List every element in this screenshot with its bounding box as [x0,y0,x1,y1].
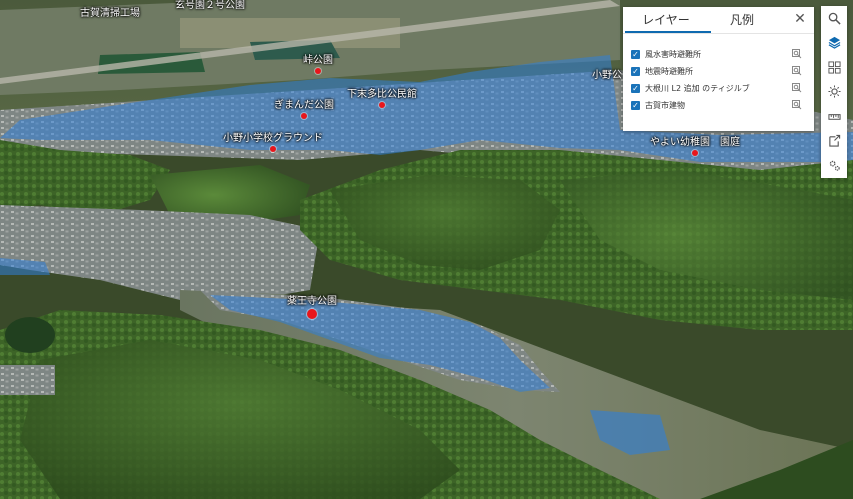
daylight-button[interactable] [821,80,847,105]
search-button[interactable] [821,6,847,31]
place-label: ぎまんだ公園 [274,100,334,111]
close-icon[interactable]: ✕ [792,11,808,27]
share-icon [828,135,840,147]
place-label: 薬王寺公園 [287,296,337,307]
layer-item[interactable]: ✓ 古賀市建物 [623,97,814,114]
place-label: 古賀清掃工場 [80,8,140,19]
place-marker[interactable] [270,146,276,152]
place-label: 玄号園２号公園 [175,0,245,11]
map-place-gomanda-park[interactable]: ぎまんだ公園 [274,100,334,119]
measure-button[interactable] [821,104,847,129]
share-button[interactable] [821,129,847,154]
place-label: やよい幼稚園 園庭 [650,137,740,148]
measure-icon [827,113,841,120]
place-label: 下末多比公民館 [347,89,417,100]
place-label: 小野公 [592,70,622,81]
layer-panel: レイヤー 凡例 ✕ ✓ 風水害時避難所 ✓ 地震時避難所 ✓ 大根川 L2 追加… [623,7,814,131]
place-marker[interactable] [379,102,385,108]
place-label: 小野小学校グラウンド [223,133,323,144]
settings-button[interactable] [821,153,847,178]
layer-name: 風水害時避難所 [645,50,701,59]
layer-item[interactable]: ✓ 地震時避難所 [623,63,814,80]
place-marker[interactable] [307,309,317,319]
map-place-shimosuehi-hall[interactable]: 下末多比公民館 [347,89,417,108]
layer-checkbox[interactable]: ✓ [631,50,640,59]
layer-checkbox[interactable]: ✓ [631,84,640,93]
layer-checkbox[interactable]: ✓ [631,101,640,110]
search-icon [828,12,841,25]
layer-item[interactable]: ✓ 大根川 L2 追加 のティジルブ [623,80,814,97]
map-place-gengo-park[interactable]: 玄号園２号公園 [175,0,245,12]
layer-list: ✓ 風水害時避難所 ✓ 地震時避難所 ✓ 大根川 L2 追加 のティジルブ ✓ … [623,34,814,114]
map-place-yayoi-kindergarten[interactable]: やよい幼稚園 園庭 [650,137,740,156]
map-place-toge-park[interactable]: 峠公園 [303,55,333,74]
map-place-yakuoji-park[interactable]: 薬王寺公園 [287,296,337,319]
place-marker[interactable] [301,113,307,119]
layer-name: 古賀市建物 [645,101,685,110]
layer-name: 地震時避難所 [645,67,693,76]
layers-icon [828,37,840,50]
panel-tabs: レイヤー 凡例 ✕ [623,7,814,34]
daylight-icon [827,85,841,98]
map-place-ono-school-ground[interactable]: 小野小学校グラウンド [223,133,323,152]
tab-legend[interactable]: 凡例 [727,11,757,29]
map-place-furuga-seisou[interactable]: 古賀清掃工場 [80,8,140,20]
basemap-gallery-button[interactable] [821,55,847,80]
zoom-to-layer-icon[interactable] [792,49,802,59]
place-label: 峠公園 [303,55,333,66]
zoom-to-layer-icon[interactable] [792,83,802,93]
map-toolbar [821,6,847,178]
layer-item[interactable]: ✓ 風水害時避難所 [623,46,814,63]
place-marker[interactable] [692,150,698,156]
map-place-ono-park[interactable]: 小野公 [592,70,622,82]
active-tab-indicator [625,31,711,33]
basemap-gallery-icon [827,61,841,74]
settings-icon [829,160,840,171]
zoom-to-layer-icon[interactable] [792,66,802,76]
zoom-to-layer-icon[interactable] [792,100,802,110]
place-marker[interactable] [315,68,321,74]
tab-layers[interactable]: レイヤー [641,11,691,29]
layer-name: 大根川 L2 追加 のティジルブ [645,84,750,93]
layers-button[interactable] [821,31,847,56]
layer-checkbox[interactable]: ✓ [631,67,640,76]
